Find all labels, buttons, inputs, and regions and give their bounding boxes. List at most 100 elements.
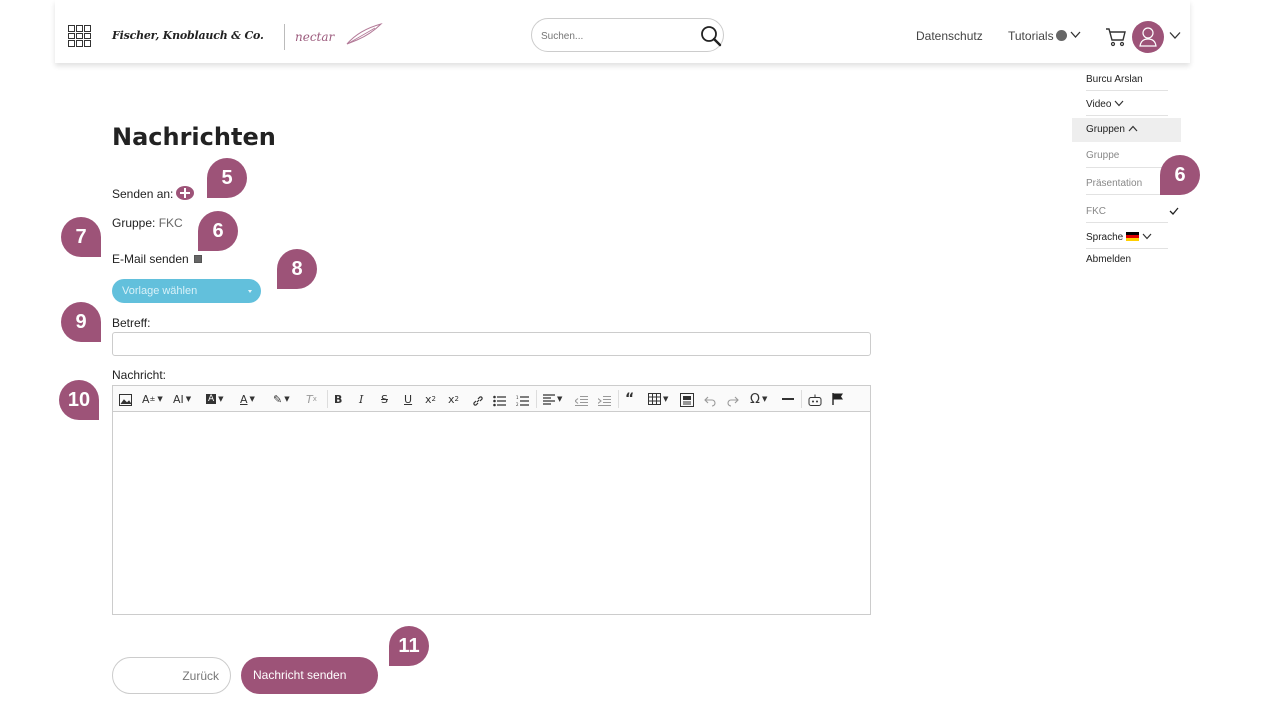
avatar[interactable] [1132,21,1164,53]
logo-divider [284,24,285,50]
message-editor[interactable]: A ± ▼ AI ▼ A ▼ A ▼ ✎ ▼ Tx B I S U x2 x2 12 ▼ “… [112,385,871,615]
dropdown-user-name: Burcu Arslan [1086,74,1143,85]
send-button-label: Nachricht senden [253,668,347,682]
back-button[interactable]: Zurück [112,657,231,694]
dropdown-item-logout[interactable]: Abmelden [1086,254,1131,265]
callout-10: 10 [59,380,99,420]
font-family-icon[interactable]: AI ▼ [173,391,191,407]
video-label: Video [1086,99,1112,110]
font-color-icon[interactable]: A ▼ [240,391,255,407]
media-embed-icon[interactable] [680,392,694,408]
subject-label: Betreff: [112,316,151,330]
brand-logo[interactable]: Fischer, Knoblauch & Co. [112,29,264,42]
message-label: Nachricht: [112,368,167,382]
omega-label: Ω [750,391,760,407]
horizontal-line-icon[interactable] [782,398,794,400]
dropdown-group-fkc[interactable]: FKC [1086,206,1106,217]
dropdown-group-gruppe[interactable]: Gruppe [1086,150,1119,161]
divider [1086,90,1168,91]
dropdown-item-video[interactable]: Video [1086,99,1124,110]
highlight-icon[interactable]: ✎ ▼ [273,391,290,407]
privacy-link[interactable]: Datenschutz [916,29,983,43]
search-box[interactable] [531,18,724,52]
group-label: Gruppe: [112,216,156,230]
search-input[interactable] [541,27,691,45]
font-size-icon[interactable]: A ± ▼ [142,391,163,407]
email-row: E-Mail senden [112,252,203,266]
callout-11: 11 [389,626,429,666]
user-icon [1139,27,1157,47]
redo-icon[interactable] [727,393,739,409]
send-to-label: Senden an: [112,187,174,201]
italic-icon[interactable]: I [359,391,363,407]
divider [1086,194,1168,195]
chevron-down-icon [1142,233,1152,240]
language-label: Sprache [1086,232,1124,243]
svg-text:1: 1 [516,395,519,400]
callout-7: 7 [61,217,101,257]
divider [1086,248,1168,249]
chevron-down-icon [1070,31,1081,38]
toolbar-separator [536,390,537,408]
back-button-label: Zurück [182,669,219,683]
callout-6-dropdown: 6 [1160,155,1200,195]
image-icon[interactable] [119,392,132,408]
subject-input[interactable] [112,332,871,356]
superscript-icon[interactable]: x2 [448,391,459,407]
svg-text:2: 2 [516,402,519,407]
info-icon [1055,30,1067,41]
chevron-up-icon [1128,125,1138,132]
tutorials-menu[interactable]: Tutorials [1008,29,1081,43]
divider [1086,222,1168,223]
remove-format-icon[interactable]: Tx [306,391,317,407]
callout-8: 8 [277,249,317,289]
page-title: Nachrichten [112,123,276,151]
link-icon[interactable] [472,393,484,409]
divider [1086,167,1168,168]
top-header: Fischer, Knoblauch & Co. nectar Datensch… [55,0,1190,63]
undo-icon[interactable] [704,393,716,409]
callout-5: 5 [207,158,247,198]
callout-9: 9 [61,302,101,342]
bulleted-list-icon[interactable] [493,393,506,409]
search-icon[interactable] [700,25,722,47]
table-icon[interactable]: ▼ [648,391,668,407]
dropdown-group-praesentation[interactable]: Präsentation [1086,178,1142,189]
special-characters-icon[interactable]: Ω ▼ [750,391,767,407]
toolbar-separator [327,390,328,408]
email-label: E-Mail senden [112,252,189,266]
toolbar-separator [618,390,619,408]
check-icon [1169,207,1179,215]
avatar-chevron-icon[interactable] [1169,31,1181,40]
dropdown-item-language[interactable]: Sprache [1086,232,1152,243]
indent-icon[interactable] [598,393,611,409]
app-grid-icon[interactable] [68,25,91,47]
bold-icon[interactable]: B [334,391,342,407]
group-row: Gruppe: FKC [112,216,183,230]
align-icon[interactable]: ▼ [543,391,562,407]
caret-down-icon [248,290,252,293]
divider [1086,115,1168,116]
feather-icon [346,23,383,45]
add-recipient-button[interactable] [176,186,194,200]
groups-label: Gruppen [1086,124,1125,135]
template-select-label: Vorlage wählen [122,285,198,297]
outdent-icon[interactable] [575,393,588,409]
editor-toolbar: A ± ▼ AI ▼ A ▼ A ▼ ✎ ▼ Tx B I S U x2 x2 12 ▼ “… [113,386,870,412]
underline-icon[interactable]: U [404,391,412,407]
cart-icon[interactable] [1105,27,1127,47]
subscript-icon[interactable]: x2 [425,391,436,407]
tutorials-label: Tutorials [1008,29,1054,43]
chevron-down-icon [1114,100,1124,107]
flag-icon[interactable] [831,391,845,407]
background-color-icon[interactable]: A ▼ [206,391,224,407]
strikethrough-icon[interactable]: S [381,391,388,407]
email-checkbox[interactable] [194,255,203,263]
callout-6: 6 [198,211,238,251]
send-message-button[interactable]: Nachricht senden [241,657,378,694]
dropdown-item-groups[interactable]: Gruppen [1086,124,1138,135]
quote-icon[interactable]: “ [625,391,634,407]
template-select[interactable]: Vorlage wählen [112,279,261,303]
ai-assistant-icon[interactable] [808,392,822,408]
numbered-list-icon[interactable]: 12 [516,393,529,409]
